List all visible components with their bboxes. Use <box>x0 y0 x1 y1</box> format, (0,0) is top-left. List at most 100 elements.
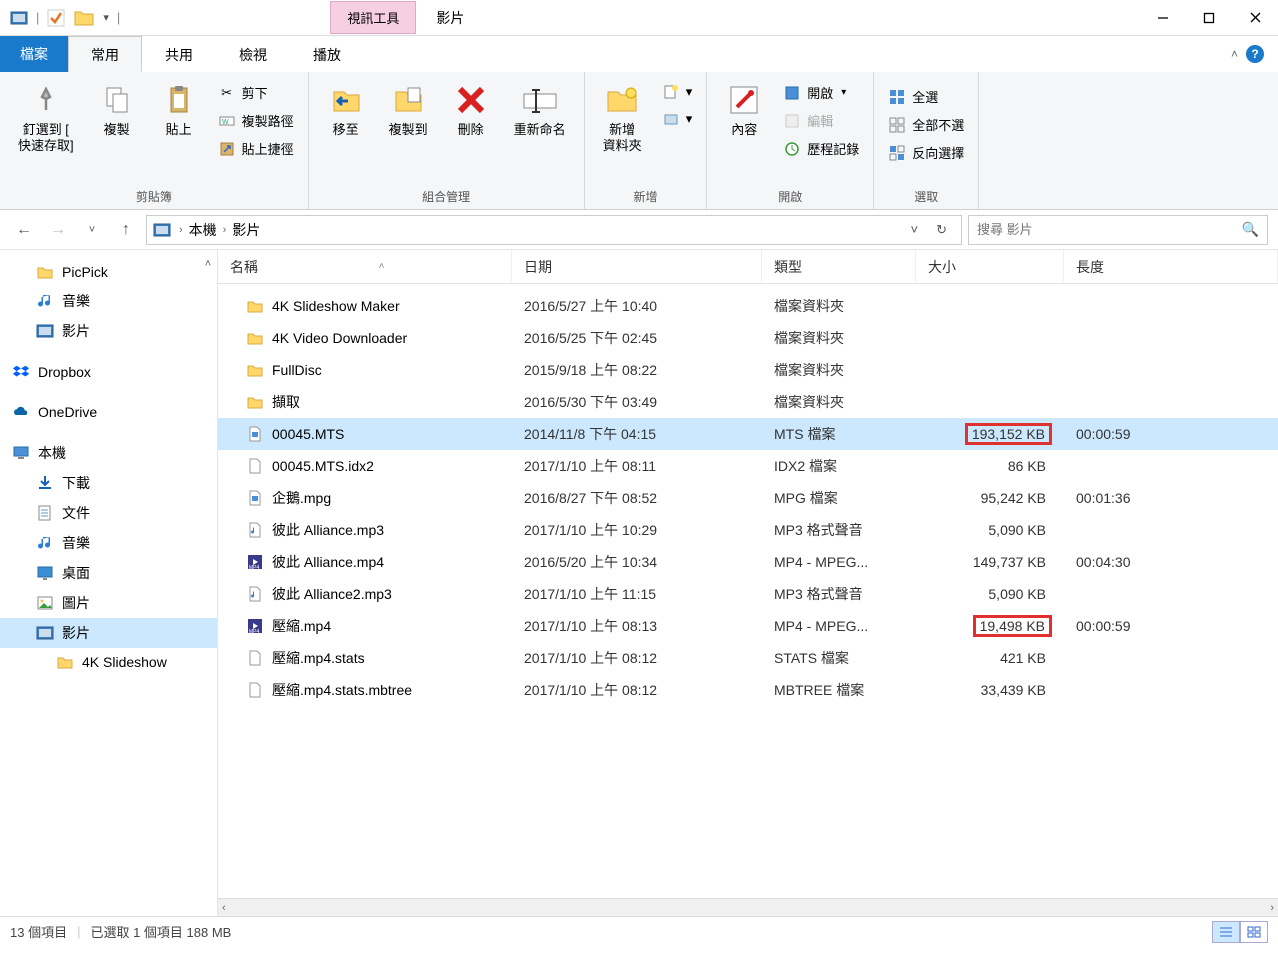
tab-home[interactable]: 常用 <box>68 36 142 72</box>
nav-item[interactable]: PicPick <box>0 258 217 286</box>
breadcrumb-current[interactable]: 影片 <box>228 220 264 240</box>
file-type: MP3 格式聲音 <box>762 584 916 604</box>
nav-item-label: Dropbox <box>38 364 91 380</box>
nav-item[interactable]: 圖片 <box>0 588 217 618</box>
column-size[interactable]: 大小 <box>916 250 1064 283</box>
file-row[interactable]: 企鵝.mpg2016/8/27 下午 08:52MPG 檔案95,242 KB0… <box>218 482 1278 514</box>
nav-item[interactable]: 影片 <box>0 618 217 648</box>
column-type[interactable]: 類型 <box>762 250 916 283</box>
search-input[interactable] <box>977 222 1242 237</box>
file-size: 193,152 KB <box>916 423 1064 445</box>
copy-button[interactable]: 複製 <box>88 78 146 142</box>
column-date[interactable]: 日期 <box>512 250 762 283</box>
search-icon[interactable]: 🔍 <box>1242 221 1259 238</box>
file-list: 4K Slideshow Maker2016/5/27 上午 10:40檔案資料… <box>218 284 1278 916</box>
close-button[interactable] <box>1232 0 1278 36</box>
file-row[interactable]: MP4壓縮.mp42017/1/10 上午 08:13MP4 - MPEG...… <box>218 610 1278 642</box>
context-tool-label: 視訊工具 <box>330 1 416 34</box>
open-button[interactable]: 開啟▾ <box>777 80 865 105</box>
select-none-icon <box>888 116 906 134</box>
nav-item[interactable]: 影片 <box>0 316 217 346</box>
column-name[interactable]: 名稱˄ <box>218 250 512 283</box>
scroll-up-icon[interactable]: ˄ <box>205 258 211 270</box>
address-dropdown[interactable]: ˅ <box>903 222 927 237</box>
file-row[interactable]: 00045.MTS2014/11/8 下午 04:15MTS 檔案193,152… <box>218 418 1278 450</box>
search-box[interactable]: 🔍 <box>968 215 1268 245</box>
forward-button[interactable]: → <box>44 216 72 244</box>
file-row[interactable]: 00045.MTS.idx22017/1/10 上午 08:11IDX2 檔案8… <box>218 450 1278 482</box>
minimize-button[interactable] <box>1140 0 1186 36</box>
file-size: 19,498 KB <box>916 615 1064 637</box>
file-row[interactable]: 4K Slideshow Maker2016/5/27 上午 10:40檔案資料… <box>218 290 1278 322</box>
properties-button[interactable]: 內容 <box>715 78 773 142</box>
file-row[interactable]: 擷取2016/5/30 下午 03:49檔案資料夾 <box>218 386 1278 418</box>
pin-quickaccess-button[interactable]: 釘選到 [ 快速存取] <box>8 78 84 159</box>
file-row[interactable]: 彼此 Alliance2.mp32017/1/10 上午 11:15MP3 格式… <box>218 578 1278 610</box>
edit-button[interactable]: 編輯 <box>777 108 865 133</box>
qa-dropdown-icon[interactable]: ▾ <box>103 11 109 24</box>
delete-button[interactable]: 刪除 <box>442 78 500 142</box>
separator: | <box>36 10 39 25</box>
large-icons-view-button[interactable] <box>1240 921 1268 943</box>
nav-item[interactable]: 4K Slideshow <box>0 648 217 676</box>
horizontal-scrollbar[interactable]: ‹› <box>218 898 1278 916</box>
file-icon <box>246 681 264 699</box>
nav-item[interactable]: 本機 <box>0 438 217 468</box>
maximize-button[interactable] <box>1186 0 1232 36</box>
address-box[interactable]: › 本機 › 影片 ˅ ↻ <box>146 215 962 245</box>
file-type: MTS 檔案 <box>762 424 916 444</box>
select-none-button[interactable]: 全部不選 <box>882 112 970 137</box>
nav-item[interactable]: 音樂 <box>0 528 217 558</box>
nav-item-label: PicPick <box>62 264 108 280</box>
paste-shortcut-button[interactable]: 貼上捷徑 <box>212 136 300 161</box>
new-folder-button[interactable]: 新增 資料夾 <box>593 78 652 159</box>
collapse-ribbon-icon[interactable]: ˄ <box>1231 47 1238 61</box>
invert-selection-button[interactable]: 反向選擇 <box>882 140 970 165</box>
history-button[interactable]: 歷程記錄 <box>777 136 865 161</box>
tab-file[interactable]: 檔案 <box>0 36 68 72</box>
details-view-button[interactable] <box>1212 921 1240 943</box>
new-item-button[interactable]: ▾ <box>656 80 699 104</box>
help-icon[interactable]: ? <box>1246 45 1264 63</box>
file-length: 00:00:59 <box>1064 426 1278 442</box>
breadcrumb-root[interactable]: 本機 <box>185 220 221 240</box>
up-button[interactable]: ↑ <box>112 216 140 244</box>
copy-to-button[interactable]: 複製到 <box>379 78 438 142</box>
recent-dropdown[interactable]: ˅ <box>78 216 106 244</box>
refresh-button[interactable]: ↻ <box>928 222 955 238</box>
nav-item[interactable]: Dropbox <box>0 358 217 386</box>
properties-icon <box>726 82 762 118</box>
file-icon <box>246 649 264 667</box>
copy-path-button[interactable]: W複製路徑 <box>212 108 300 133</box>
chevron-right-icon[interactable]: › <box>177 224 185 236</box>
tab-share[interactable]: 共用 <box>142 36 216 72</box>
window-title: 影片 <box>416 2 484 34</box>
file-row[interactable]: 彼此 Alliance.mp32017/1/10 上午 10:29MP3 格式聲… <box>218 514 1278 546</box>
tab-play[interactable]: 播放 <box>290 36 364 72</box>
nav-item[interactable]: 音樂 <box>0 286 217 316</box>
back-button[interactable]: ← <box>10 216 38 244</box>
group-clipboard-label: 剪貼簿 <box>8 186 300 207</box>
nav-item[interactable]: 文件 <box>0 498 217 528</box>
rename-button[interactable]: 重新命名 <box>504 78 576 142</box>
select-all-button[interactable]: 全選 <box>882 84 970 109</box>
chevron-right-icon[interactable]: › <box>221 224 229 236</box>
qa-checkbox-icon[interactable] <box>47 9 65 27</box>
paste-button[interactable]: 貼上 <box>150 78 208 142</box>
file-row[interactable]: 4K Video Downloader2016/5/25 下午 02:45檔案資… <box>218 322 1278 354</box>
easy-access-button[interactable]: ▾ <box>656 107 699 131</box>
video-file-icon <box>246 425 264 443</box>
group-new-label: 新增 <box>593 186 699 207</box>
file-row[interactable]: 壓縮.mp4.stats.mbtree2017/1/10 上午 08:12MBT… <box>218 674 1278 706</box>
nav-item[interactable]: 桌面 <box>0 558 217 588</box>
nav-item[interactable]: OneDrive <box>0 398 217 426</box>
tab-view[interactable]: 檢視 <box>216 36 290 72</box>
file-row[interactable]: MP4彼此 Alliance.mp42016/5/20 上午 10:34MP4 … <box>218 546 1278 578</box>
move-to-button[interactable]: 移至 <box>317 78 375 142</box>
file-row[interactable]: FullDisc2015/9/18 上午 08:22檔案資料夾 <box>218 354 1278 386</box>
file-row[interactable]: 壓縮.mp4.stats2017/1/10 上午 08:12STATS 檔案42… <box>218 642 1278 674</box>
qa-folder-icon[interactable] <box>73 7 95 29</box>
cut-button[interactable]: ✂剪下 <box>212 80 300 105</box>
nav-item[interactable]: 下載 <box>0 468 217 498</box>
column-length[interactable]: 長度 <box>1064 250 1278 283</box>
